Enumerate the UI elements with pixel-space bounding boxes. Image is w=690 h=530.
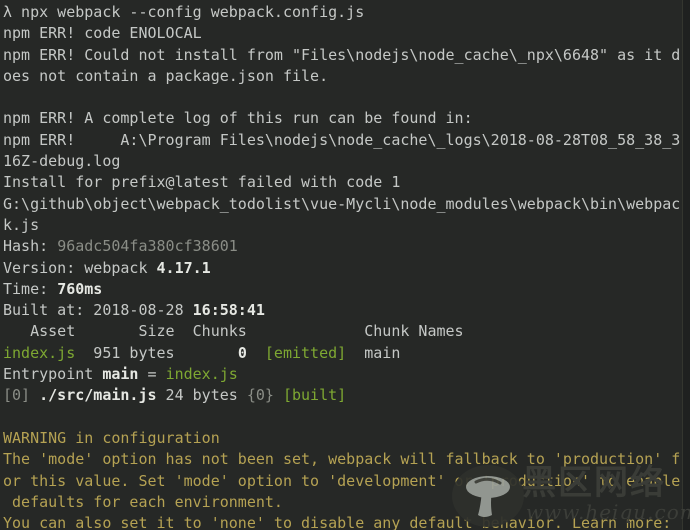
terminal-line: Hash: 96adc504fa380cf38601 (3, 236, 682, 257)
terminal-scrollbar[interactable] (682, 0, 690, 530)
terminal-text-segment: Install for prefix@latest failed with co… (3, 173, 401, 192)
terminal-text-segment: npm ERR! code ENOLOCAL (3, 24, 202, 43)
terminal-line: G:\github\object\webpack_todolist\vue-My… (3, 194, 682, 215)
terminal-line: 16Z-debug.log (3, 151, 682, 172)
terminal-line: Entrypoint main = index.js (3, 364, 682, 385)
terminal-line: λ npx webpack --config webpack.config.js (3, 2, 682, 23)
terminal-text-segment: ./src/main.js (39, 386, 157, 405)
terminal-text-segment: {0} (246, 386, 274, 405)
terminal-text-segment: Entrypoint (3, 365, 103, 384)
terminal-line: npm ERR! code ENOLOCAL (3, 23, 682, 44)
terminal-line: Time: 760ms (3, 279, 682, 300)
terminal-text-segment: main (102, 365, 139, 384)
terminal-output-area[interactable]: λ npx webpack --config webpack.config.js… (0, 0, 682, 530)
terminal-text-segment: [built] (282, 386, 347, 405)
terminal-text-segment: oes not contain a package.json file. (3, 66, 329, 85)
terminal-text-segment: Asset Size Chunks Chunk Names (3, 322, 464, 341)
terminal-text-segment: 16:58:41 (192, 301, 265, 320)
terminal-line: Version: webpack 4.17.1 (3, 258, 682, 279)
terminal-line: You can also set it to 'none' to disable… (3, 513, 682, 530)
terminal-text-segment: Time: (3, 279, 58, 298)
terminal-text-segment: 4.17.1 (156, 258, 211, 277)
terminal-window: λ npx webpack --config webpack.config.js… (0, 0, 690, 530)
terminal-line: Built at: 2018-08-28 16:58:41 (3, 300, 682, 321)
terminal-text-segment: 760ms (57, 279, 103, 298)
terminal-line: k.js (3, 215, 682, 236)
terminal-text-segment: Built at: 2018-08-28 (3, 301, 193, 320)
terminal-line: npm ERR! A:\Program Files\nodejs\node_ca… (3, 130, 682, 151)
terminal-text-segment: defaults for each environment. (3, 492, 283, 511)
terminal-line: The 'mode' option has not been set, webp… (3, 449, 682, 470)
terminal-line: or this value. Set 'mode' option to 'dev… (3, 471, 682, 492)
terminal-text-segment: 16Z-debug.log (3, 152, 121, 171)
terminal-text-segment: index.js (165, 365, 238, 384)
terminal-text-segment: or this value. Set 'mode' option to 'dev… (3, 471, 681, 490)
terminal-line: defaults for each environment. (3, 492, 682, 513)
terminal-text-segment: npm ERR! A:\Program Files\nodejs\node_ca… (3, 130, 681, 149)
terminal-text-segment: [0] (3, 386, 40, 405)
terminal-text-segment: npm ERR! A complete log of this run can … (3, 109, 473, 128)
terminal-text-segment: Hash: (3, 237, 58, 256)
terminal-text-segment: index.js (3, 343, 76, 362)
terminal-text-segment: main (346, 343, 401, 362)
terminal-text-segment: Version: webpack (3, 258, 157, 277)
terminal-line: npm ERR! Could not install from "Files\n… (3, 45, 682, 66)
terminal-text-segment: = (138, 365, 166, 384)
terminal-text-segment: 96adc504fa380cf38601 (57, 237, 238, 256)
terminal-text-segment: 951 bytes (75, 343, 238, 362)
terminal-line: index.js 951 bytes 0 [emitted] main (3, 343, 682, 364)
terminal-text-segment: You can also set it to 'none' to disable… (3, 514, 672, 530)
terminal-line: npm ERR! A complete log of this run can … (3, 108, 682, 129)
terminal-text-segment: 0 (237, 343, 247, 362)
terminal-line: WARNING in configuration (3, 428, 682, 449)
terminal-line: oes not contain a package.json file. (3, 66, 682, 87)
terminal-text-segment: 24 bytes (156, 386, 247, 405)
terminal-text-segment: λ npx webpack --config webpack.config.js (3, 3, 365, 21)
terminal-line: [0] ./src/main.js 24 bytes {0} [built] (3, 385, 682, 406)
terminal-text-segment: The 'mode' option has not been set, webp… (3, 450, 681, 469)
terminal-text-segment: [emitted] (264, 343, 347, 362)
terminal-text-segment: k.js (3, 215, 40, 234)
terminal-text-segment: npm ERR! Could not install from "Files\n… (3, 45, 681, 64)
terminal-text-segment: WARNING in configuration (3, 428, 220, 447)
terminal-line: Install for prefix@latest failed with co… (3, 172, 682, 193)
terminal-text-segment: G:\github\object\webpack_todolist\vue-My… (3, 194, 681, 213)
terminal-line: Asset Size Chunks Chunk Names (3, 321, 682, 342)
